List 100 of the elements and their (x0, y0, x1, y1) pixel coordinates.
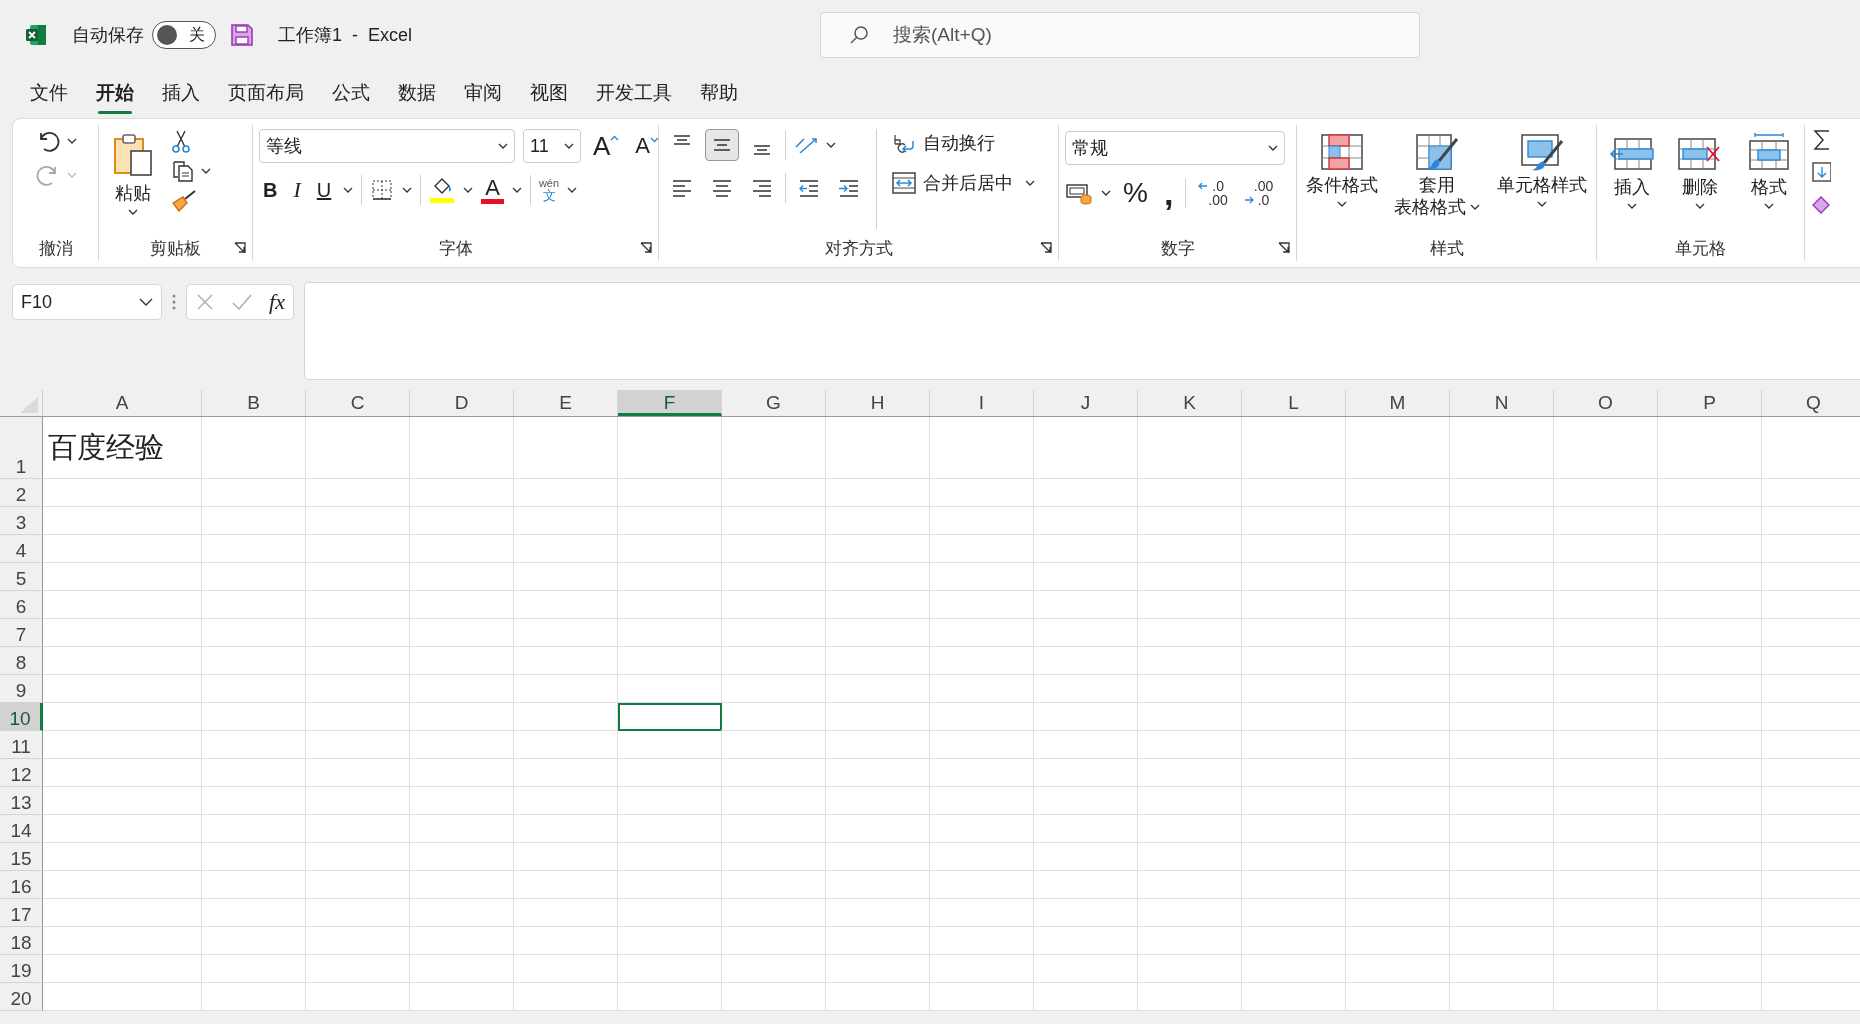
spreadsheet-cell[interactable] (1658, 563, 1762, 591)
spreadsheet-cell[interactable] (410, 815, 514, 843)
spreadsheet-cell[interactable] (1450, 647, 1554, 675)
chevron-icon[interactable] (201, 168, 211, 174)
spreadsheet-cell[interactable] (722, 871, 826, 899)
spreadsheet-cell[interactable] (306, 703, 410, 731)
spreadsheet-cell[interactable] (43, 759, 202, 787)
spreadsheet-cell[interactable] (306, 731, 410, 759)
spreadsheet-cell[interactable] (930, 675, 1034, 703)
spreadsheet-cell[interactable] (514, 619, 618, 647)
spreadsheet-cell[interactable] (1034, 899, 1138, 927)
spreadsheet-cell[interactable] (43, 787, 202, 815)
spreadsheet-cell[interactable] (202, 787, 306, 815)
spreadsheet-cell[interactable] (1034, 787, 1138, 815)
spreadsheet-cell[interactable] (930, 787, 1034, 815)
underline-button[interactable]: U (312, 178, 336, 202)
spreadsheet-cell[interactable] (1554, 983, 1658, 1011)
spreadsheet-cell[interactable] (722, 535, 826, 563)
spreadsheet-cell[interactable] (1242, 871, 1346, 899)
spreadsheet-cell[interactable] (930, 899, 1034, 927)
spreadsheet-cell[interactable] (514, 759, 618, 787)
spreadsheet-cell[interactable] (410, 899, 514, 927)
spreadsheet-cell[interactable] (618, 843, 722, 871)
spreadsheet-cell[interactable] (514, 507, 618, 535)
spreadsheet-cell[interactable] (202, 955, 306, 983)
spreadsheet-cell[interactable] (1450, 787, 1554, 815)
chevron-icon[interactable] (463, 187, 474, 193)
spreadsheet-cell[interactable] (202, 563, 306, 591)
spreadsheet-cell[interactable] (1138, 619, 1242, 647)
spreadsheet-cell[interactable] (1346, 675, 1450, 703)
spreadsheet-cell[interactable] (1658, 759, 1762, 787)
spreadsheet-cell[interactable] (618, 647, 722, 675)
spreadsheet-cell[interactable] (618, 507, 722, 535)
spreadsheet-cell[interactable] (1658, 843, 1762, 871)
spreadsheet-cell[interactable] (722, 815, 826, 843)
spreadsheet-cell[interactable] (1658, 591, 1762, 619)
spreadsheet-cell[interactable] (43, 955, 202, 983)
spreadsheet-cell[interactable] (1554, 843, 1658, 871)
spreadsheet-cell[interactable] (1450, 983, 1554, 1011)
spreadsheet-cell[interactable] (1242, 647, 1346, 675)
column-header[interactable]: I (930, 390, 1034, 416)
row-header[interactable]: 19 (0, 955, 43, 983)
spreadsheet-cell[interactable] (930, 591, 1034, 619)
spreadsheet-cell[interactable] (1658, 703, 1762, 731)
decrease-decimal-button[interactable]: .00 .0 (1239, 179, 1278, 207)
spreadsheet-cell[interactable] (826, 563, 930, 591)
spreadsheet-cell[interactable] (202, 647, 306, 675)
borders-icon[interactable] (370, 178, 395, 202)
copy-icon[interactable] (171, 159, 195, 183)
spreadsheet-cell[interactable] (826, 955, 930, 983)
spreadsheet-cell[interactable] (410, 927, 514, 955)
spreadsheet-cell[interactable] (1138, 417, 1242, 479)
column-header[interactable]: J (1034, 390, 1138, 416)
spreadsheet-cell[interactable] (410, 417, 514, 479)
spreadsheet-cell[interactable] (1346, 703, 1450, 731)
spreadsheet-cell[interactable] (1242, 927, 1346, 955)
spreadsheet-cell[interactable] (1346, 507, 1450, 535)
spreadsheet-cell[interactable] (1346, 647, 1450, 675)
number-format-dropdown[interactable]: 常规 (1065, 131, 1285, 165)
spreadsheet-cell[interactable] (1346, 815, 1450, 843)
column-header[interactable]: G (722, 390, 826, 416)
spreadsheet-cell[interactable] (43, 535, 202, 563)
spreadsheet-cell[interactable] (514, 535, 618, 563)
spreadsheet-cell[interactable] (306, 871, 410, 899)
spreadsheet-cell[interactable] (202, 899, 306, 927)
spreadsheet-cell[interactable] (306, 843, 410, 871)
spreadsheet-cell[interactable] (410, 563, 514, 591)
increase-decimal-button[interactable]: .0 .00 (1194, 179, 1232, 207)
column-header[interactable]: N (1450, 390, 1554, 416)
fill-color-icon[interactable] (429, 176, 456, 204)
spreadsheet-cell[interactable] (1554, 479, 1658, 507)
vertical-align-button[interactable] (705, 129, 739, 161)
spreadsheet-cell[interactable] (306, 647, 410, 675)
spreadsheet-cell[interactable] (722, 507, 826, 535)
spreadsheet-cell[interactable] (826, 899, 930, 927)
spreadsheet-cell[interactable] (514, 703, 618, 731)
spreadsheet-cell[interactable] (618, 479, 722, 507)
ribbon-tab[interactable]: 数据 (384, 74, 450, 114)
column-header[interactable]: K (1138, 390, 1242, 416)
spreadsheet-cell[interactable] (1138, 535, 1242, 563)
row-header[interactable]: 7 (0, 619, 43, 647)
spreadsheet-cell[interactable] (1554, 815, 1658, 843)
spreadsheet-cell[interactable] (826, 535, 930, 563)
spreadsheet-cell[interactable] (1450, 871, 1554, 899)
spreadsheet-cell[interactable] (1242, 417, 1346, 479)
spreadsheet-cell[interactable] (1554, 619, 1658, 647)
spreadsheet-cell[interactable] (722, 983, 826, 1011)
chevron-icon[interactable] (402, 187, 413, 193)
spreadsheet-cell[interactable] (1554, 787, 1658, 815)
spreadsheet-cell[interactable] (1242, 479, 1346, 507)
spreadsheet-cell[interactable] (1138, 507, 1242, 535)
cancel-icon[interactable] (195, 292, 215, 312)
spreadsheet-cell[interactable] (1138, 787, 1242, 815)
save-icon[interactable] (230, 23, 254, 47)
spreadsheet-cell[interactable] (202, 619, 306, 647)
spreadsheet-cell[interactable] (202, 815, 306, 843)
spreadsheet-cell[interactable] (1658, 815, 1762, 843)
column-header[interactable]: F (618, 390, 722, 416)
spreadsheet-cell[interactable] (1346, 927, 1450, 955)
spreadsheet-cell[interactable] (618, 535, 722, 563)
